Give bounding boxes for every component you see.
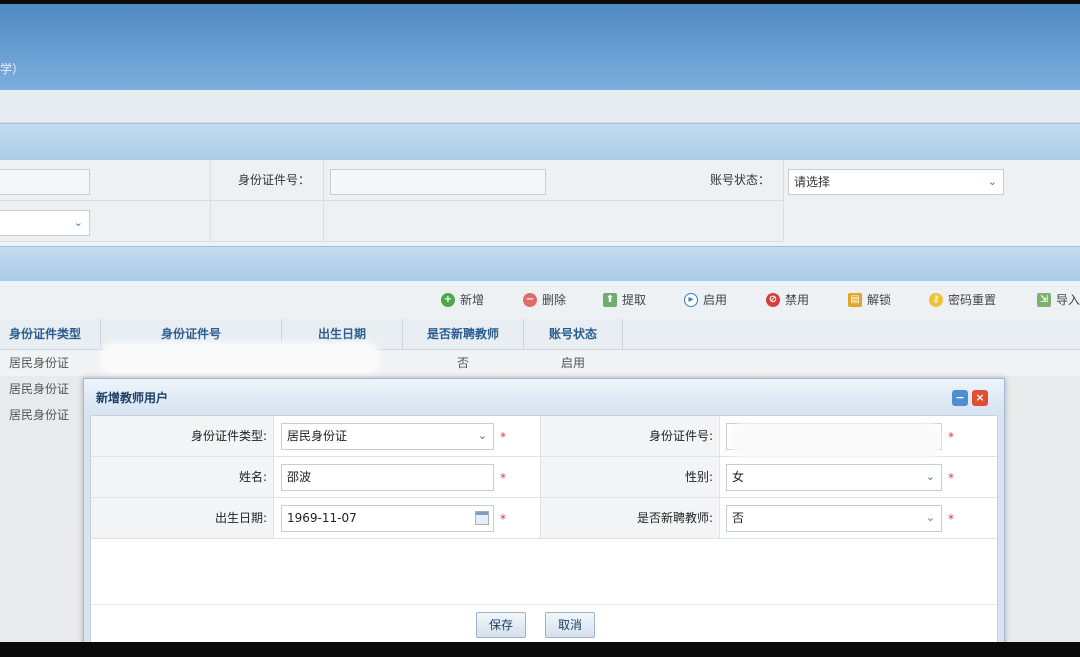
disable-label: 禁用 (785, 293, 810, 307)
form-row: 姓名: 邵波 * 性别: 女 ⌄ * (91, 457, 997, 498)
header-title-fragment: 学） (0, 62, 25, 76)
extract-icon: ⬆ (603, 293, 617, 307)
gender-value: 女 (732, 470, 745, 484)
id-number-search-input[interactable] (330, 169, 546, 195)
required-mark: * (500, 512, 506, 526)
dialog-title: 新增教师用户 (96, 391, 169, 405)
minimize-icon[interactable]: − (952, 390, 968, 406)
header-banner: 学） (0, 4, 1080, 90)
cell-id-type: 居民身份证 (8, 382, 69, 396)
column-header[interactable]: 身份证件类型 (0, 319, 101, 349)
close-icon[interactable]: × (972, 390, 988, 406)
import-label: 导入 (1056, 293, 1080, 307)
cell-new-teacher: 否 (456, 356, 469, 370)
cell-id-type: 居民身份证 (8, 408, 69, 422)
minus-icon: − (523, 293, 537, 307)
account-status-value: 请选择 (794, 175, 831, 189)
form-row: 出生日期: 1969-11-07 * 是否新聘教师: 否 ⌄ * (91, 498, 997, 539)
column-header[interactable]: 账号状态 (524, 319, 623, 349)
chevron-down-icon: ⌄ (987, 175, 997, 188)
enable-button[interactable]: ▸ 启用 (684, 290, 727, 310)
menu-strip (0, 90, 1080, 123)
unlock-label: 解锁 (867, 293, 892, 307)
name-label: 姓名: (91, 457, 274, 497)
cancel-button[interactable]: 取消 (545, 612, 596, 638)
lock-icon: ▤ (848, 293, 862, 307)
name-search-input[interactable] (0, 169, 90, 195)
name-input[interactable]: 邵波 (281, 464, 494, 491)
new-teacher-value: 否 (732, 511, 745, 525)
column-header[interactable]: 是否新聘教师 (403, 319, 524, 349)
account-status-label: 账号状态： (709, 173, 770, 187)
redaction-mask (731, 422, 941, 458)
toolbar: + 新增 − 删除 ⬆ 提取 ▸ 启用 ⊘ 禁用 ▤ 解锁 ⚷ 密码重置 ⇲ 导 (0, 281, 1080, 319)
chevron-down-icon: ⌄ (925, 511, 935, 524)
extract-button[interactable]: ⬆ 提取 (603, 290, 646, 310)
divider (91, 604, 997, 605)
app-screen: 学） 身份证件号： 账号状态： 请选择 ⌄ ⌄ + 新增 − 删除 ⬆ 提取 ▸… (0, 4, 1080, 642)
dialog-header[interactable]: 新增教师用户 − × (84, 379, 1004, 413)
search-cell (323, 201, 784, 242)
delete-button[interactable]: − 删除 (523, 290, 566, 310)
play-icon: ▸ (684, 293, 698, 307)
chevron-down-icon: ⌄ (73, 216, 83, 229)
name-value: 邵波 (287, 470, 312, 484)
add-label: 新增 (460, 293, 485, 307)
enable-label: 启用 (703, 293, 728, 307)
search-panel-header (0, 123, 1080, 161)
calendar-icon[interactable] (475, 511, 489, 525)
required-mark: * (500, 471, 506, 485)
key-icon: ⚷ (929, 293, 943, 307)
redaction-mask (100, 342, 380, 376)
reset-password-button[interactable]: ⚷ 密码重置 (929, 290, 996, 310)
id-type-label: 身份证件类型: (91, 416, 274, 456)
save-button[interactable]: 保存 (476, 612, 527, 638)
required-mark: * (948, 512, 954, 526)
chevron-down-icon: ⌄ (477, 429, 487, 442)
add-button[interactable]: + 新增 (441, 290, 484, 310)
birth-date-input[interactable]: 1969-11-07 (281, 505, 494, 532)
gender-select[interactable]: 女 ⌄ (726, 464, 942, 491)
chevron-down-icon: ⌄ (925, 470, 935, 483)
id-number-search-label: 身份证件号： (237, 173, 310, 187)
cell-id-type: 居民身份证 (8, 356, 69, 370)
search-cell (210, 201, 324, 242)
forbidden-icon: ⊘ (766, 293, 780, 307)
gender-label: 性别: (540, 457, 720, 497)
required-mark: * (500, 430, 506, 444)
new-teacher-label: 是否新聘教师: (540, 498, 720, 538)
required-mark: * (948, 430, 954, 444)
type-search-select[interactable]: ⌄ (0, 210, 90, 236)
dialog-form: 身份证件类型: 居民身份证 ⌄ * 身份证件号: * 姓名: 邵波 * 性别: (90, 415, 998, 642)
account-status-select[interactable]: 请选择 ⌄ (788, 169, 1004, 195)
unlock-button[interactable]: ▤ 解锁 (848, 290, 891, 310)
add-teacher-dialog: 新增教师用户 − × 身份证件类型: 居民身份证 ⌄ * 身份证件号: * 姓名… (83, 378, 1005, 642)
new-teacher-select[interactable]: 否 ⌄ (726, 505, 942, 532)
id-type-value: 居民身份证 (287, 429, 348, 443)
reset-password-label: 密码重置 (948, 293, 997, 307)
result-panel-header (0, 246, 1080, 282)
id-type-select[interactable]: 居民身份证 ⌄ (281, 423, 494, 450)
cell-status: 启用 (560, 356, 585, 370)
id-number-label: 身份证件号: (540, 416, 720, 456)
import-icon: ⇲ (1037, 293, 1051, 307)
plus-icon: + (441, 293, 455, 307)
birth-date-value: 1969-11-07 (287, 511, 357, 525)
import-button[interactable]: ⇲ 导入 (1037, 290, 1080, 310)
delete-label: 删除 (542, 293, 567, 307)
birth-date-label: 出生日期: (91, 498, 274, 538)
letterbox-bottom (0, 642, 1080, 657)
search-panel: 身份证件号： 账号状态： 请选择 ⌄ ⌄ (0, 160, 1080, 242)
disable-button[interactable]: ⊘ 禁用 (766, 290, 809, 310)
required-mark: * (948, 471, 954, 485)
extract-label: 提取 (622, 293, 647, 307)
